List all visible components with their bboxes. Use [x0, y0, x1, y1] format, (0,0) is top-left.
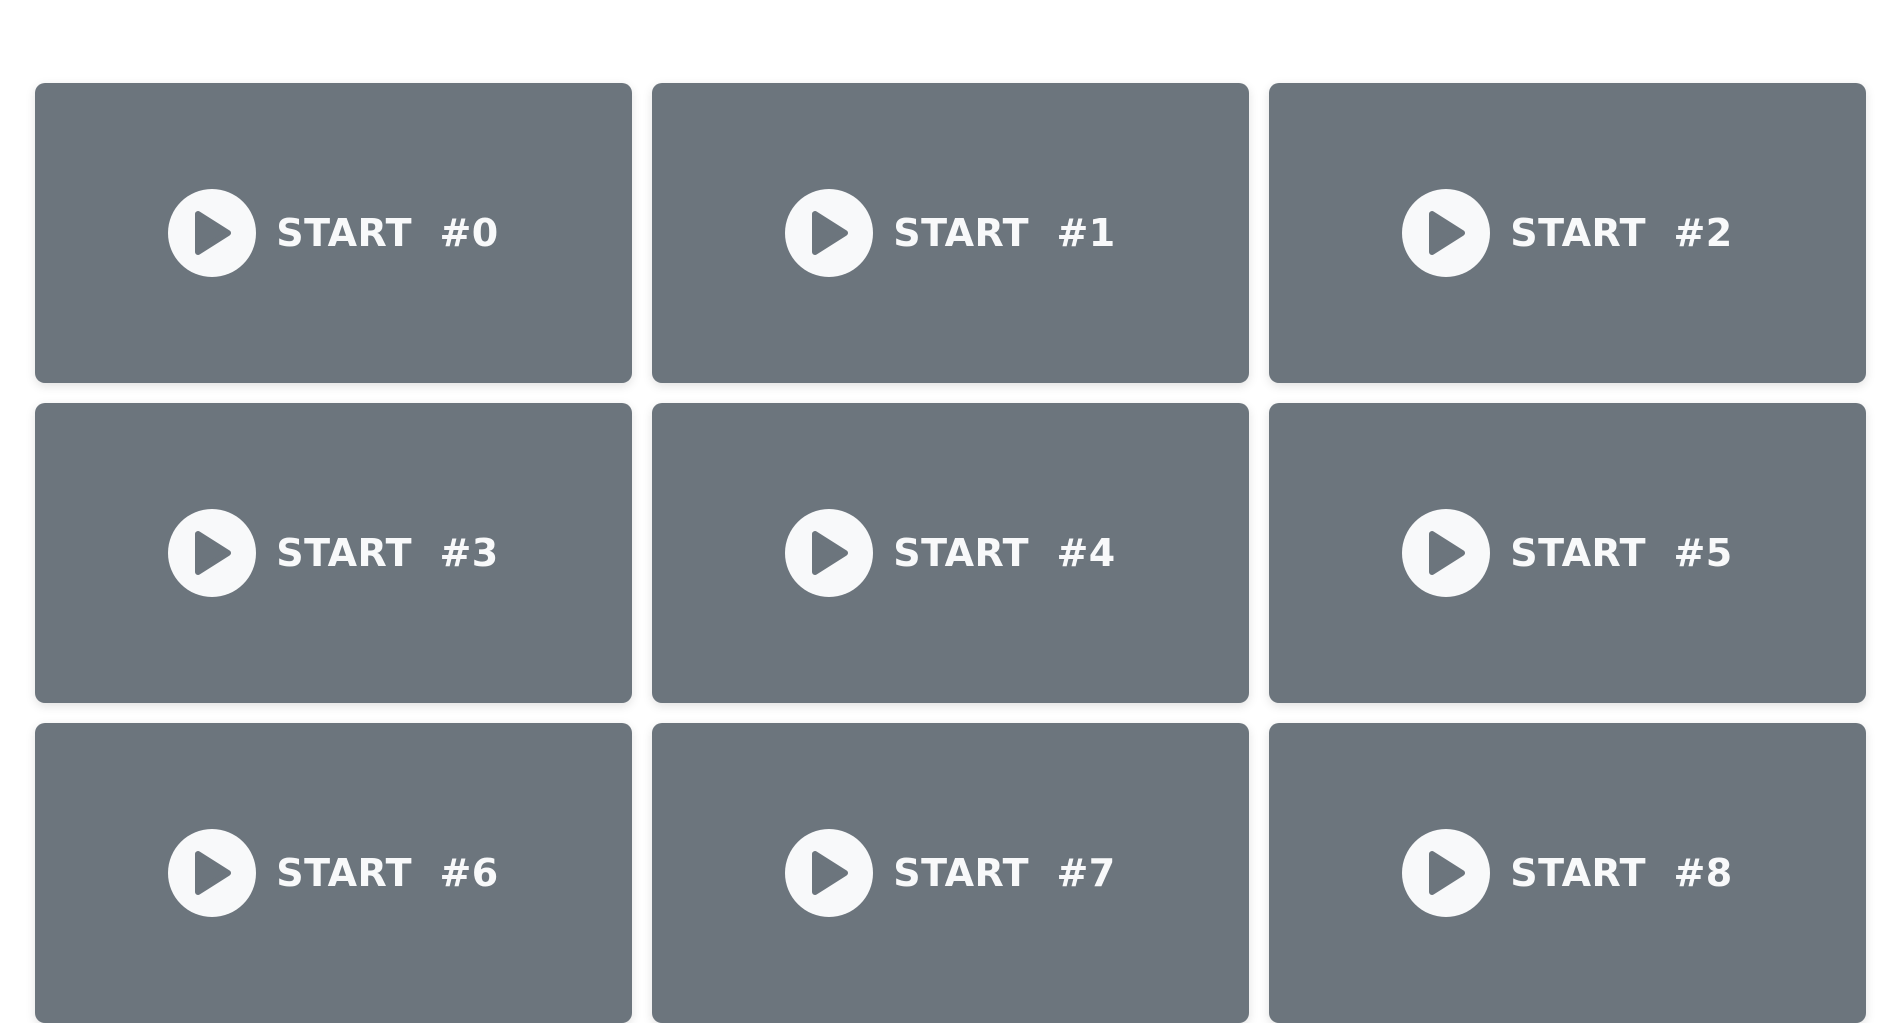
card-content: START #1	[785, 189, 1115, 277]
start-label: START #0	[276, 211, 499, 255]
card-content: START #0	[168, 189, 498, 277]
start-label: START #2	[1510, 211, 1733, 255]
start-label: START #7	[893, 851, 1116, 895]
start-card-3[interactable]: START #3	[35, 403, 632, 703]
start-card-5[interactable]: START #5	[1269, 403, 1866, 703]
start-card-0[interactable]: START #0	[35, 83, 632, 383]
card-content: START #5	[1402, 509, 1732, 597]
play-circle-icon	[785, 509, 874, 597]
play-circle-icon	[785, 189, 874, 277]
card-content: START #3	[168, 509, 498, 597]
play-circle-icon	[785, 829, 874, 917]
play-circle-icon	[1402, 509, 1491, 597]
start-card-2[interactable]: START #2	[1269, 83, 1866, 383]
start-card-6[interactable]: START #6	[35, 723, 632, 1023]
start-label: START #3	[276, 531, 499, 575]
play-circle-icon	[168, 509, 257, 597]
play-circle-icon	[168, 189, 257, 277]
play-circle-icon	[168, 829, 257, 917]
card-content: START #8	[1402, 829, 1732, 917]
start-card-8[interactable]: START #8	[1269, 723, 1866, 1023]
start-card-1[interactable]: START #1	[652, 83, 1249, 383]
start-label: START #8	[1510, 851, 1733, 895]
start-label: START #4	[893, 531, 1116, 575]
card-content: START #4	[785, 509, 1115, 597]
start-card-7[interactable]: START #7	[652, 723, 1249, 1023]
start-label: START #5	[1510, 531, 1733, 575]
start-card-4[interactable]: START #4	[652, 403, 1249, 703]
card-content: START #6	[168, 829, 498, 917]
card-content: START #2	[1402, 189, 1732, 277]
card-content: START #7	[785, 829, 1115, 917]
play-circle-icon	[1402, 829, 1491, 917]
start-card-grid: START #0 START #1 START #2 START #3 STAR…	[35, 83, 1867, 1023]
start-label: START #1	[893, 211, 1116, 255]
play-circle-icon	[1402, 189, 1491, 277]
start-label: START #6	[276, 851, 499, 895]
